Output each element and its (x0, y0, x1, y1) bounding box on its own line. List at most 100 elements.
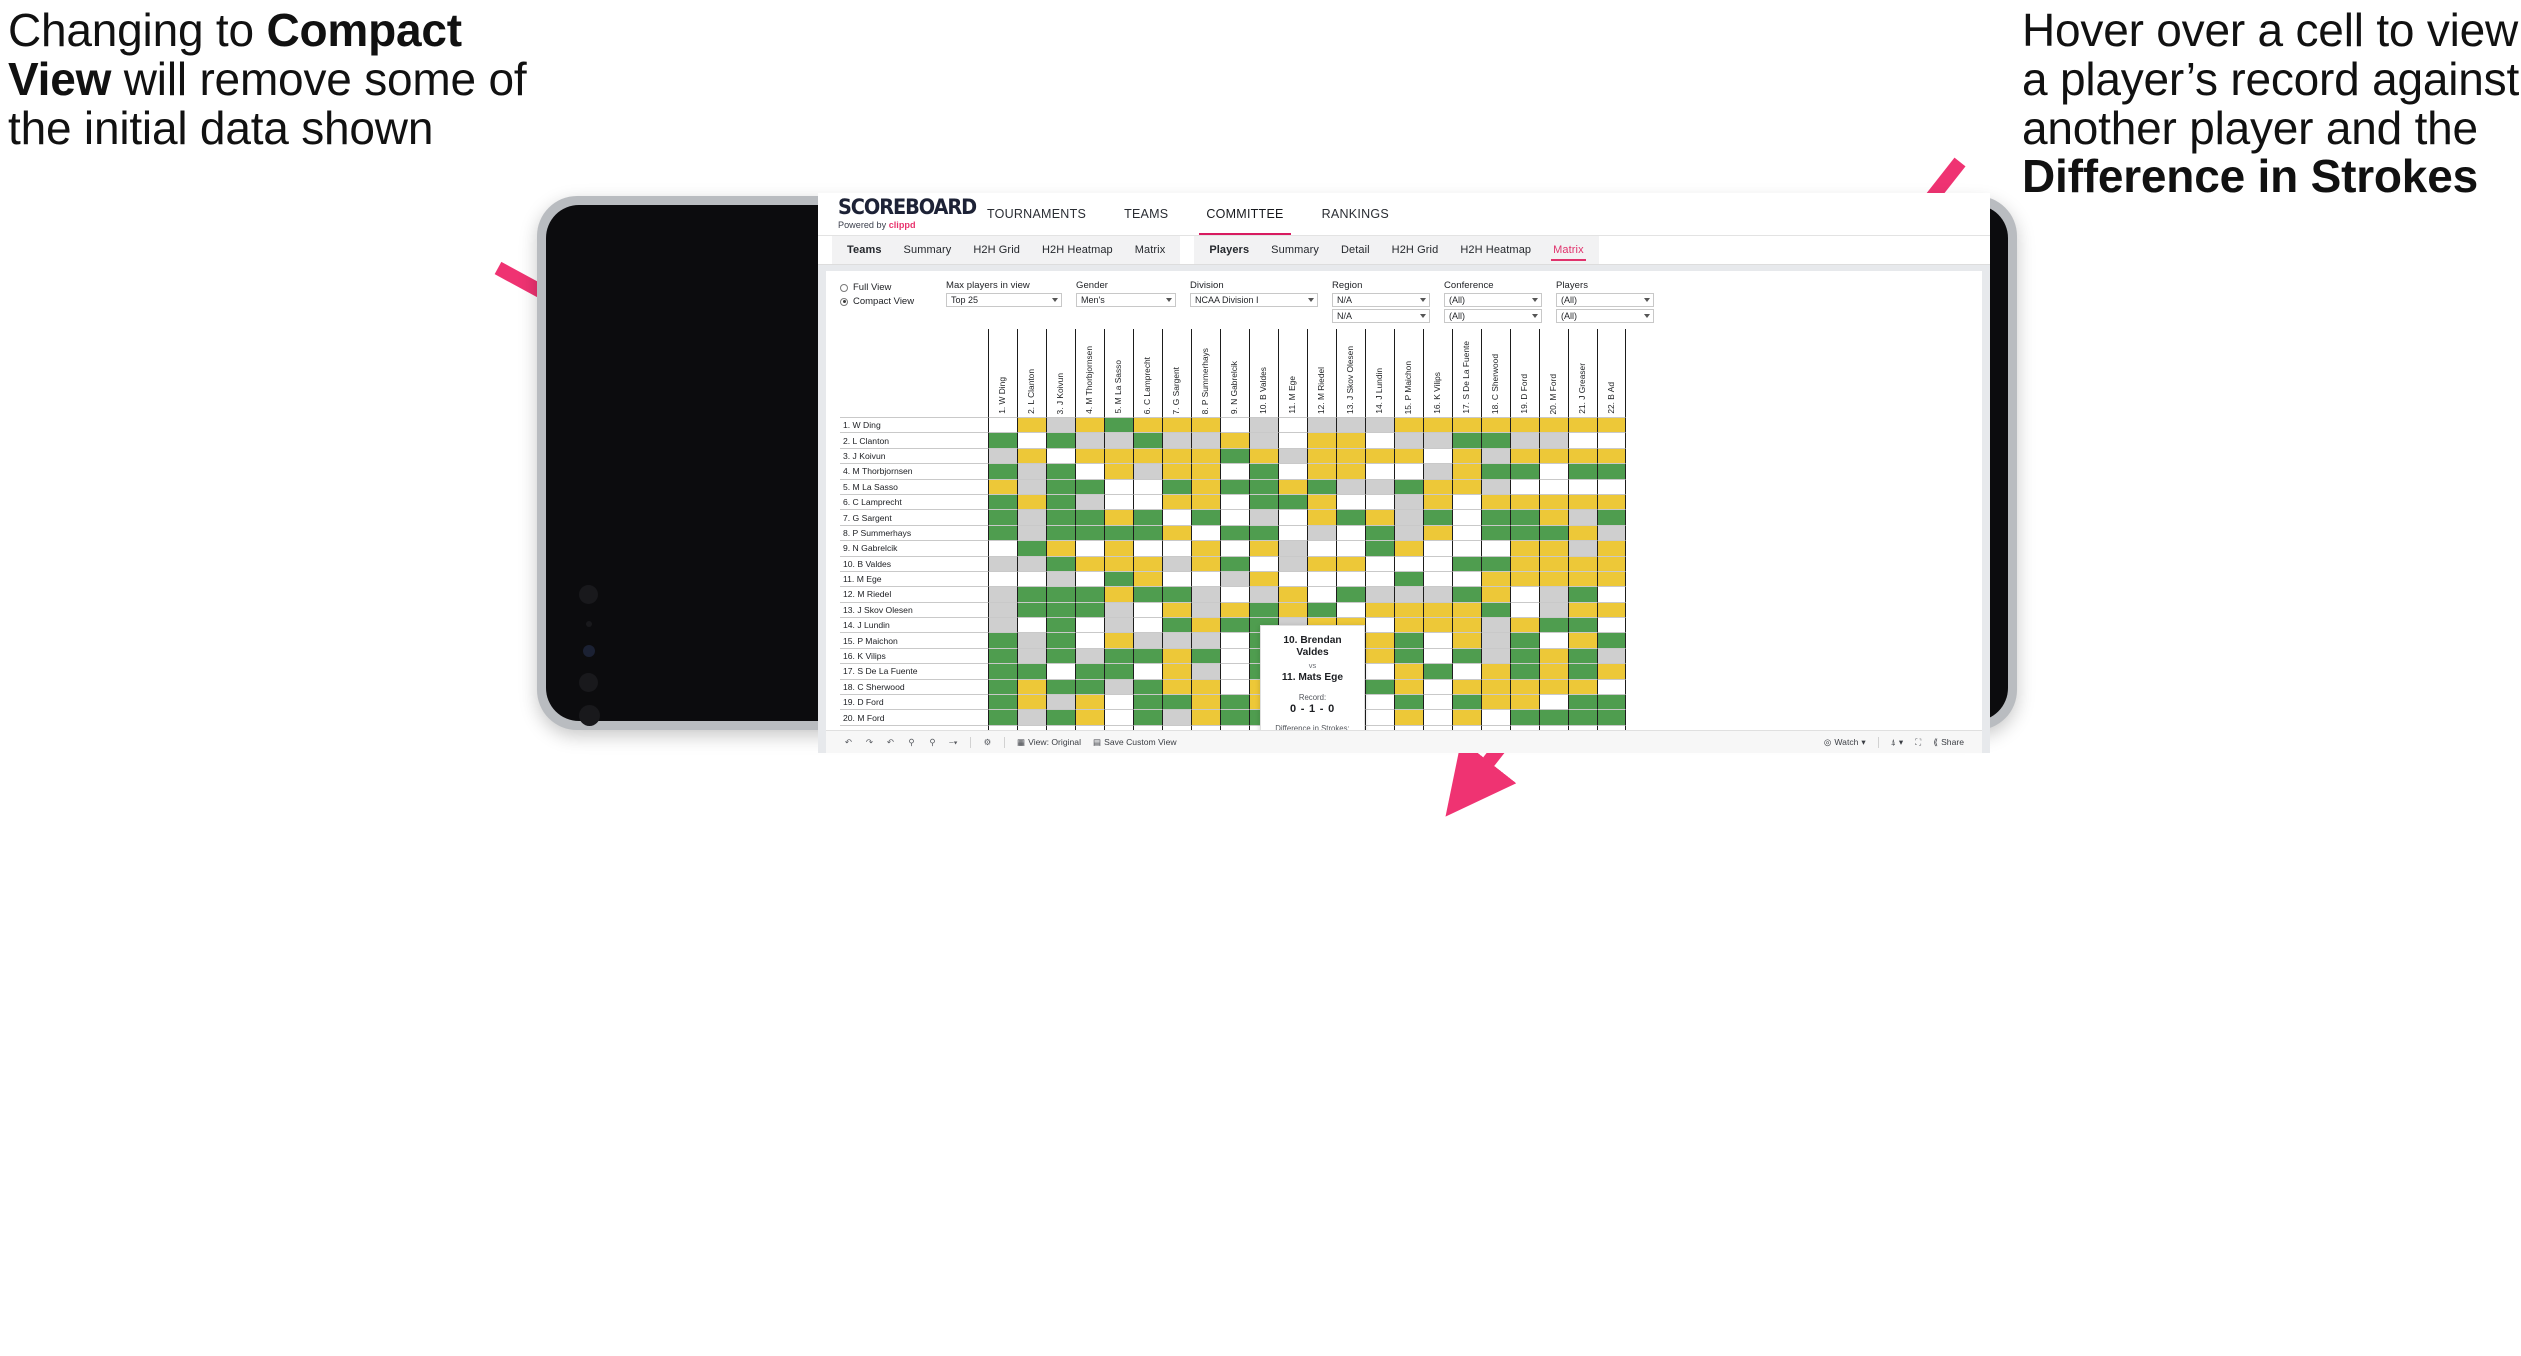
matrix-cell[interactable] (1075, 493, 1104, 510)
matrix-cell[interactable] (1075, 709, 1104, 725)
matrix-cell[interactable] (1394, 647, 1423, 664)
matrix-cell[interactable] (1133, 617, 1162, 633)
matrix-cell[interactable] (1452, 694, 1481, 710)
matrix-cell[interactable] (988, 601, 1017, 618)
matrix-cell[interactable] (1510, 463, 1539, 479)
matrix-cell[interactable] (1220, 632, 1249, 648)
matrix-cell[interactable] (1162, 678, 1191, 695)
matrix-cell[interactable] (1162, 601, 1191, 618)
filter-select[interactable]: (All) (1444, 293, 1542, 307)
matrix-cell[interactable] (1307, 570, 1336, 587)
matrix-cell[interactable] (1249, 524, 1278, 541)
matrix-cell[interactable] (1336, 417, 1365, 433)
matrix-cell[interactable] (1191, 601, 1220, 618)
matrix-cell[interactable] (1075, 447, 1104, 464)
matrix-cell[interactable] (1104, 632, 1133, 648)
matrix-cell[interactable] (1597, 570, 1626, 587)
matrix-cell[interactable] (1510, 509, 1539, 525)
matrix-cell[interactable] (1278, 417, 1307, 433)
matrix-cell[interactable] (1162, 493, 1191, 510)
matrix-cell[interactable] (1336, 570, 1365, 587)
matrix-cell[interactable] (1568, 432, 1597, 448)
matrix-cell[interactable] (1075, 463, 1104, 479)
matrix-cell[interactable] (1307, 540, 1336, 556)
matrix-cell[interactable] (1365, 524, 1394, 541)
matrix-cell[interactable] (1278, 524, 1307, 541)
matrix-cell[interactable] (1481, 570, 1510, 587)
matrix-cell[interactable] (1481, 632, 1510, 648)
matrix-cell[interactable] (1510, 478, 1539, 494)
matrix-cell[interactable] (1568, 601, 1597, 618)
matrix-cell[interactable] (1278, 601, 1307, 618)
nav-item-rankings[interactable]: RANKINGS (1303, 193, 1408, 235)
matrix-cell[interactable] (1481, 678, 1510, 695)
matrix-cell[interactable] (1481, 478, 1510, 494)
matrix-cell[interactable] (1452, 678, 1481, 695)
matrix-cell[interactable] (1510, 678, 1539, 695)
matrix-cell[interactable] (1510, 524, 1539, 541)
matrix-cell[interactable] (988, 663, 1017, 679)
matrix-cell[interactable] (1510, 694, 1539, 710)
matrix-cell[interactable] (1017, 555, 1046, 571)
matrix-cell[interactable] (1394, 678, 1423, 695)
matrix-cell[interactable] (1249, 432, 1278, 448)
matrix-cell[interactable] (1539, 509, 1568, 525)
matrix-cell[interactable] (988, 493, 1017, 510)
tab-h2h-heatmap[interactable]: H2H Heatmap (1449, 236, 1542, 264)
matrix-cell[interactable] (1075, 417, 1104, 433)
matrix-cell[interactable] (1278, 586, 1307, 602)
download-button[interactable]: ⍋ ▾ (1885, 737, 1910, 748)
matrix-cell[interactable] (1394, 447, 1423, 464)
matrix-cell[interactable] (1452, 663, 1481, 679)
matrix-cell[interactable] (1481, 447, 1510, 464)
matrix-cell[interactable] (1423, 478, 1452, 494)
matrix-cell[interactable] (1394, 524, 1423, 541)
matrix-cell[interactable] (1278, 447, 1307, 464)
matrix-cell[interactable] (988, 524, 1017, 541)
matrix-cell[interactable] (1075, 601, 1104, 618)
matrix-cell[interactable] (1568, 647, 1597, 664)
matrix-cell[interactable] (1423, 617, 1452, 633)
matrix-cell[interactable] (1162, 570, 1191, 587)
matrix-cell[interactable] (988, 586, 1017, 602)
matrix-cell[interactable] (1133, 417, 1162, 433)
matrix-cell[interactable] (1510, 617, 1539, 633)
matrix-cell[interactable] (1017, 694, 1046, 710)
matrix-cell[interactable] (1597, 493, 1626, 510)
matrix-cell[interactable] (1017, 463, 1046, 479)
watch-button[interactable]: ◎ Watch ▾ (1818, 737, 1872, 748)
matrix-cell[interactable] (1046, 601, 1075, 618)
matrix-cell[interactable] (1162, 617, 1191, 633)
matrix-cell[interactable] (1597, 478, 1626, 494)
matrix-cell[interactable] (1539, 524, 1568, 541)
matrix-cell[interactable] (1336, 493, 1365, 510)
matrix-cell[interactable] (1104, 555, 1133, 571)
matrix-cell[interactable] (1220, 694, 1249, 710)
matrix-cell[interactable] (1423, 601, 1452, 618)
matrix-cell[interactable] (1046, 555, 1075, 571)
matrix-cell[interactable] (1104, 493, 1133, 510)
filter-select[interactable]: NCAA Division I (1190, 293, 1318, 307)
matrix-cell[interactable] (1597, 432, 1626, 448)
matrix-cell[interactable] (1249, 586, 1278, 602)
matrix-cell[interactable] (1539, 617, 1568, 633)
matrix-cell[interactable] (1075, 694, 1104, 710)
matrix-cell[interactable] (1249, 447, 1278, 464)
matrix-cell[interactable] (1394, 478, 1423, 494)
matrix-cell[interactable] (1249, 555, 1278, 571)
tab-summary[interactable]: Summary (893, 236, 963, 264)
matrix-cell[interactable] (1568, 570, 1597, 587)
matrix-cell[interactable] (1452, 647, 1481, 664)
matrix-cell[interactable] (1423, 447, 1452, 464)
matrix-cell[interactable] (1568, 663, 1597, 679)
filter-select[interactable]: N/A (1332, 293, 1430, 307)
fullscreen-button[interactable]: ⛶ (1909, 737, 1927, 748)
matrix-cell[interactable] (1452, 540, 1481, 556)
matrix-cell[interactable] (1017, 478, 1046, 494)
matrix-cell[interactable] (1394, 570, 1423, 587)
matrix-cell[interactable] (1510, 555, 1539, 571)
matrix-cell[interactable] (1191, 524, 1220, 541)
matrix-cell[interactable] (1162, 509, 1191, 525)
matrix-cell[interactable] (1162, 709, 1191, 725)
matrix-cell[interactable] (1539, 647, 1568, 664)
